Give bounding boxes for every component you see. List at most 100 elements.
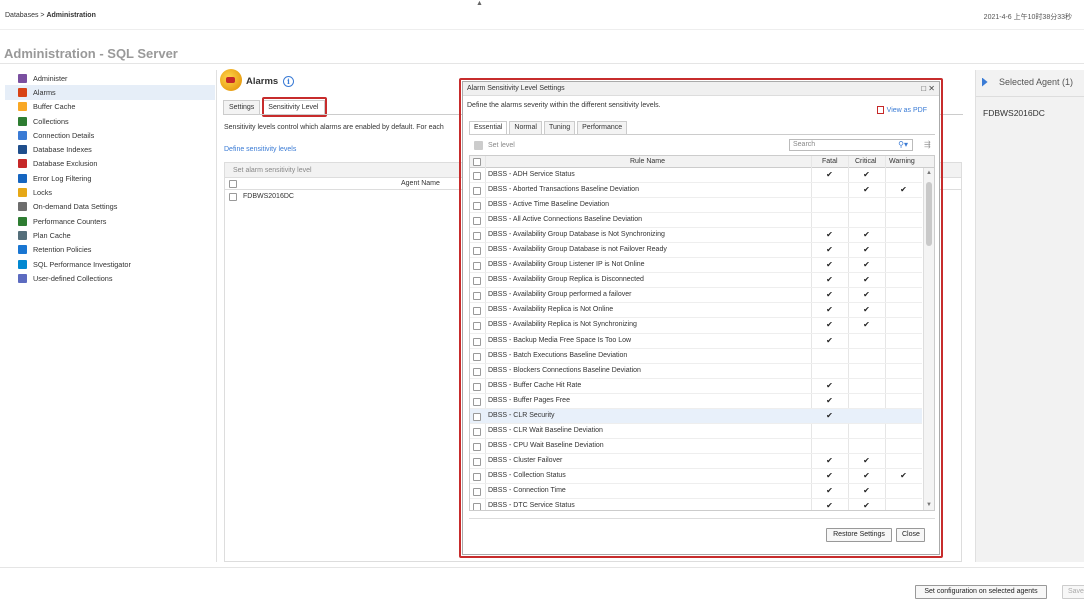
rule-checkbox[interactable] <box>473 217 481 226</box>
rule-checkbox[interactable] <box>473 337 481 346</box>
rule-row[interactable]: DBSS - DTC Service Status ✔ ✔ <box>470 499 922 510</box>
fatal-check-icon[interactable]: ✔ <box>811 275 848 284</box>
fatal-check-icon[interactable]: ✔ <box>811 486 848 495</box>
sidebar-item-collections[interactable]: Collections <box>5 114 215 128</box>
rule-checkbox[interactable] <box>473 232 481 241</box>
rule-row[interactable]: DBSS - Availability Replica is Not Synch… <box>470 318 922 334</box>
critical-check-icon[interactable]: ✔ <box>848 501 885 510</box>
sidebar-item-on-demand[interactable]: On-demand Data Settings <box>5 200 215 214</box>
rule-checkbox[interactable] <box>473 503 481 510</box>
sidebar-item-user-collections[interactable]: User-defined Collections <box>5 271 215 285</box>
tab-normal[interactable]: Normal <box>509 121 542 134</box>
rule-row[interactable]: DBSS - Availability Group Listener IP is… <box>470 258 922 274</box>
fatal-check-icon[interactable]: ✔ <box>811 411 848 420</box>
rule-checkbox[interactable] <box>473 307 481 316</box>
critical-check-icon[interactable]: ✔ <box>848 170 885 179</box>
select-all-agents-checkbox[interactable] <box>229 180 237 188</box>
rule-row[interactable]: DBSS - CLR Wait Baseline Deviation <box>470 424 922 439</box>
rule-row[interactable]: DBSS - Backup Media Free Space Is Too Lo… <box>470 334 922 349</box>
set-configuration-button[interactable]: Set configuration on selected agents <box>915 585 1047 599</box>
fatal-check-icon[interactable]: ✔ <box>811 170 848 179</box>
rule-row[interactable]: DBSS - Active Time Baseline Deviation <box>470 198 922 214</box>
set-level-button[interactable]: Set level <box>474 141 515 150</box>
sidebar-item-performance-counters[interactable]: Performance Counters <box>5 214 215 228</box>
rule-row[interactable]: DBSS - CLR Security ✔ <box>470 408 922 424</box>
column-options-icon[interactable]: ⇶ <box>924 140 931 149</box>
rule-row[interactable]: DBSS - All Active Connections Baseline D… <box>470 213 922 229</box>
breadcrumb-root[interactable]: Databases <box>5 12 38 19</box>
rule-checkbox[interactable] <box>473 367 481 376</box>
rule-checkbox[interactable] <box>473 427 481 436</box>
sidebar-item-alarms[interactable]: Alarms <box>5 85 215 100</box>
fatal-check-icon[interactable]: ✔ <box>811 456 848 465</box>
rule-checkbox[interactable] <box>473 247 481 256</box>
restore-settings-button[interactable]: Restore Settings <box>826 528 892 542</box>
critical-check-icon[interactable]: ✔ <box>848 486 885 495</box>
critical-check-icon[interactable]: ✔ <box>848 230 885 239</box>
rule-row[interactable]: DBSS - Buffer Pages Free ✔ <box>470 394 922 409</box>
search-input[interactable]: Search ⚲▾ <box>789 139 913 151</box>
rule-checkbox[interactable] <box>473 277 481 286</box>
tab-essential[interactable]: Essential <box>469 121 508 135</box>
rule-checkbox[interactable] <box>473 292 481 301</box>
sidebar-item-database-exclusion[interactable]: Database Exclusion <box>5 157 215 171</box>
scroll-up-icon[interactable]: ▲ <box>926 170 932 176</box>
rule-row[interactable]: DBSS - Availability Group Replica is Dis… <box>470 273 922 289</box>
critical-check-icon[interactable]: ✔ <box>848 185 885 194</box>
fatal-check-icon[interactable]: ✔ <box>811 381 848 390</box>
rule-checkbox[interactable] <box>473 487 481 496</box>
rule-checkbox[interactable] <box>473 442 481 451</box>
collapse-panel-icon[interactable] <box>982 77 988 87</box>
sidebar-item-investigator[interactable]: SQL Performance Investigator <box>5 257 215 271</box>
rule-row[interactable]: DBSS - Blockers Connections Baseline Dev… <box>470 364 922 379</box>
rule-checkbox[interactable] <box>473 382 481 391</box>
warning-check-icon[interactable]: ✔ <box>885 471 922 480</box>
select-all-rules-checkbox[interactable] <box>473 158 481 166</box>
define-sensitivity-link[interactable]: Define sensitivity levels <box>224 146 296 153</box>
warning-header[interactable]: Warning <box>889 158 915 165</box>
rule-checkbox[interactable] <box>473 352 481 361</box>
rule-checkbox[interactable] <box>473 187 481 196</box>
fatal-check-icon[interactable]: ✔ <box>811 245 848 254</box>
critical-header[interactable]: Critical <box>855 158 876 165</box>
fatal-check-icon[interactable]: ✔ <box>811 471 848 480</box>
tab-settings[interactable]: Settings <box>223 100 261 114</box>
sidebar-item-database-indexes[interactable]: Database Indexes <box>5 142 215 156</box>
sidebar-item-administer[interactable]: Administer <box>5 71 215 85</box>
critical-check-icon[interactable]: ✔ <box>848 275 885 284</box>
critical-check-icon[interactable]: ✔ <box>848 320 885 329</box>
search-icon[interactable]: ⚲▾ <box>898 140 908 149</box>
rule-row[interactable]: DBSS - Cluster Failover ✔ ✔ <box>470 454 922 469</box>
view-as-pdf-link[interactable]: View as PDF <box>876 106 927 114</box>
tab-performance[interactable]: Performance <box>577 121 628 134</box>
scrollbar-thumb[interactable] <box>926 182 932 246</box>
rule-checkbox[interactable] <box>473 172 481 180</box>
save-button[interactable]: Save <box>1062 585 1084 599</box>
warning-check-icon[interactable]: ✔ <box>885 185 922 194</box>
close-button[interactable]: Close <box>896 528 925 542</box>
close-icon[interactable]: ✕ <box>928 84 935 93</box>
critical-check-icon[interactable]: ✔ <box>848 471 885 480</box>
critical-check-icon[interactable]: ✔ <box>848 290 885 299</box>
rule-row[interactable]: DBSS - CPU Wait Baseline Deviation <box>470 439 922 454</box>
fatal-check-icon[interactable]: ✔ <box>811 320 848 329</box>
fatal-check-icon[interactable]: ✔ <box>811 336 848 345</box>
rule-row[interactable]: DBSS - ADH Service Status ✔ ✔ <box>470 168 922 184</box>
rule-row[interactable]: DBSS - Batch Executions Baseline Deviati… <box>470 349 922 364</box>
rule-name-header[interactable]: Rule Name <box>630 158 665 165</box>
rule-checkbox[interactable] <box>473 262 481 271</box>
sidebar-item-connection-details[interactable]: Connection Details <box>5 128 215 142</box>
fatal-header[interactable]: Fatal <box>822 158 838 165</box>
maximize-icon[interactable]: □ <box>921 84 926 93</box>
info-icon[interactable]: i <box>283 76 294 87</box>
critical-check-icon[interactable]: ✔ <box>848 305 885 314</box>
rule-row[interactable]: DBSS - Availability Group performed a fa… <box>470 288 922 304</box>
critical-check-icon[interactable]: ✔ <box>848 245 885 254</box>
rule-row[interactable]: DBSS - Buffer Cache Hit Rate ✔ <box>470 379 922 394</box>
agent-checkbox[interactable] <box>229 193 237 201</box>
rule-checkbox[interactable] <box>473 202 481 211</box>
fatal-check-icon[interactable]: ✔ <box>811 260 848 269</box>
rule-checkbox[interactable] <box>473 457 481 466</box>
rule-row[interactable]: DBSS - Availability Replica is Not Onlin… <box>470 303 922 319</box>
rule-checkbox[interactable] <box>473 412 481 421</box>
